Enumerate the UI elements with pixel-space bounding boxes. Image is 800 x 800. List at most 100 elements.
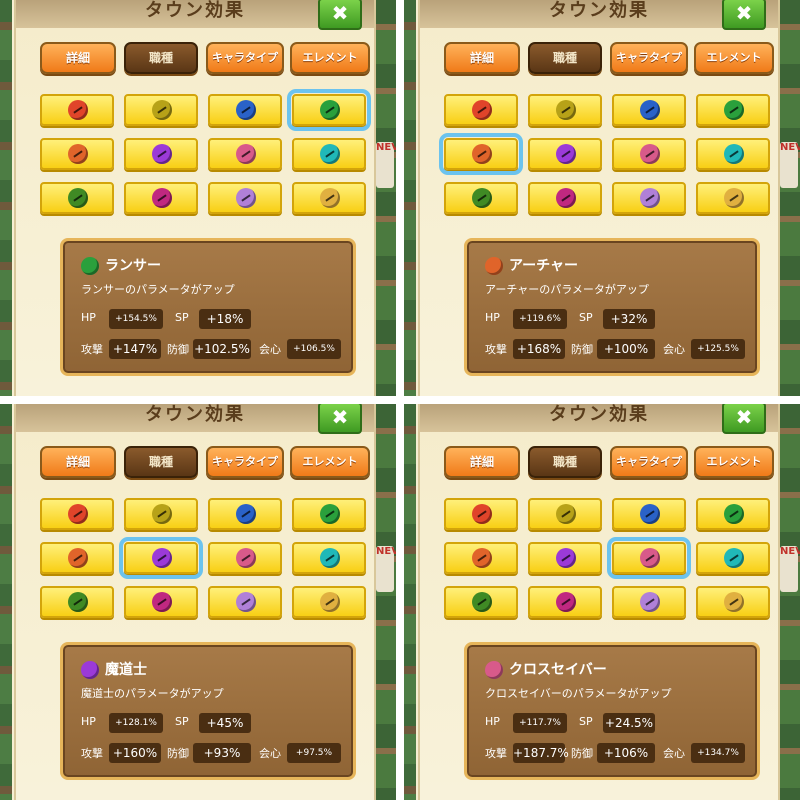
sp-value: +45% [199, 713, 251, 733]
crossbow-icon [485, 661, 503, 679]
tab-1[interactable]: 職種 [124, 42, 198, 74]
job-button[interactable] [208, 94, 282, 126]
job-button[interactable] [124, 586, 198, 618]
critical-value: +125.5% [691, 339, 745, 359]
tab-3[interactable]: エレメント [694, 42, 774, 74]
job-button[interactable] [124, 94, 198, 126]
job-button[interactable] [292, 498, 366, 530]
job-button[interactable] [612, 138, 686, 170]
defense-label: 防御 [571, 747, 593, 760]
book-icon [640, 188, 660, 208]
job-button[interactable] [208, 182, 282, 214]
sp-label: SP [175, 715, 189, 728]
map-background-left [404, 404, 416, 800]
hammer-icon [556, 100, 576, 120]
tab-0[interactable]: 詳細 [40, 42, 116, 74]
tab-3[interactable]: エレメント [290, 446, 370, 478]
tab-3[interactable]: エレメント [290, 42, 370, 74]
critical-label: 会心 [663, 343, 685, 356]
job-button[interactable] [40, 586, 114, 618]
tab-3[interactable]: エレメント [694, 446, 774, 478]
job-button[interactable] [208, 542, 282, 574]
job-button[interactable] [40, 498, 114, 530]
tab-2[interactable]: キャラタイプ [610, 42, 688, 74]
job-name: ランサー [105, 258, 161, 274]
sp-value: +18% [199, 309, 251, 329]
job-button[interactable] [444, 182, 518, 214]
job-button[interactable] [124, 498, 198, 530]
job-grid [40, 498, 370, 628]
job-button[interactable] [696, 542, 770, 574]
job-button[interactable] [124, 182, 198, 214]
leaf-icon [68, 188, 88, 208]
screenshot-grid: NEV タウン効果 ✖ 詳細 職種 キャラタイプ エレメント ランサー ランサーのパラメータがア… [0, 0, 800, 800]
dialog-header: タウン効果 ✖ [16, 0, 374, 30]
hp-label: HP [485, 311, 500, 324]
tab-2[interactable]: キャラタイプ [610, 446, 688, 478]
job-button[interactable] [612, 182, 686, 214]
job-button[interactable] [292, 586, 366, 618]
job-button[interactable] [292, 138, 366, 170]
job-button[interactable] [124, 138, 198, 170]
close-button[interactable]: ✖ [318, 404, 362, 434]
tab-0[interactable]: 詳細 [444, 42, 520, 74]
staff-icon [152, 144, 172, 164]
job-button[interactable] [208, 498, 282, 530]
tab-1[interactable]: 職種 [528, 42, 602, 74]
map-background-right: NEV [778, 404, 800, 800]
job-button[interactable] [528, 182, 602, 214]
job-button[interactable] [40, 138, 114, 170]
job-button[interactable] [292, 182, 366, 214]
tab-1[interactable]: 職種 [124, 446, 198, 478]
job-button[interactable] [208, 586, 282, 618]
defense-value: +100% [597, 339, 655, 359]
job-button[interactable] [696, 94, 770, 126]
job-button[interactable] [696, 138, 770, 170]
job-button[interactable] [439, 133, 523, 175]
job-name: クロスセイバー [509, 662, 607, 678]
job-button[interactable] [612, 94, 686, 126]
map-background-right: NEV [374, 0, 396, 396]
sp-value: +24.5% [603, 713, 655, 733]
job-button[interactable] [612, 498, 686, 530]
sp-value: +32% [603, 309, 655, 329]
job-button[interactable] [119, 537, 203, 579]
tab-0[interactable]: 詳細 [444, 446, 520, 478]
job-button[interactable] [528, 498, 602, 530]
job-description: アーチャーのパラメータがアップ [485, 283, 649, 296]
job-button[interactable] [607, 537, 691, 579]
close-button[interactable]: ✖ [318, 0, 362, 30]
job-button[interactable] [444, 498, 518, 530]
job-button[interactable] [528, 586, 602, 618]
tab-2[interactable]: キャラタイプ [206, 446, 284, 478]
job-button[interactable] [444, 542, 518, 574]
tab-0[interactable]: 詳細 [40, 446, 116, 478]
job-button[interactable] [696, 182, 770, 214]
job-button[interactable] [612, 586, 686, 618]
job-button[interactable] [444, 586, 518, 618]
bird-icon [724, 188, 744, 208]
wand-icon [556, 188, 576, 208]
job-button[interactable] [287, 89, 371, 131]
job-button[interactable] [696, 498, 770, 530]
job-button[interactable] [696, 586, 770, 618]
close-button[interactable]: ✖ [722, 404, 766, 434]
map-sign-text: NEV [376, 142, 396, 153]
tab-1[interactable]: 職種 [528, 446, 602, 478]
job-button[interactable] [208, 138, 282, 170]
job-button[interactable] [40, 542, 114, 574]
job-button[interactable] [528, 94, 602, 126]
job-grid [439, 94, 774, 224]
crossbow-icon [236, 548, 256, 568]
job-button[interactable] [528, 138, 602, 170]
town-effect-panel: NEV タウン効果 ✖ 詳細 職種 キャラタイプ エレメント 魔道士 魔道士のパラメータがアップ… [0, 404, 396, 800]
job-button[interactable] [40, 182, 114, 214]
tab-2[interactable]: キャラタイプ [206, 42, 284, 74]
job-button[interactable] [40, 94, 114, 126]
job-button[interactable] [292, 542, 366, 574]
close-button[interactable]: ✖ [722, 0, 766, 30]
job-button[interactable] [444, 94, 518, 126]
job-button[interactable] [528, 542, 602, 574]
critical-value: +97.5% [287, 743, 341, 763]
attack-label: 攻撃 [485, 343, 507, 356]
